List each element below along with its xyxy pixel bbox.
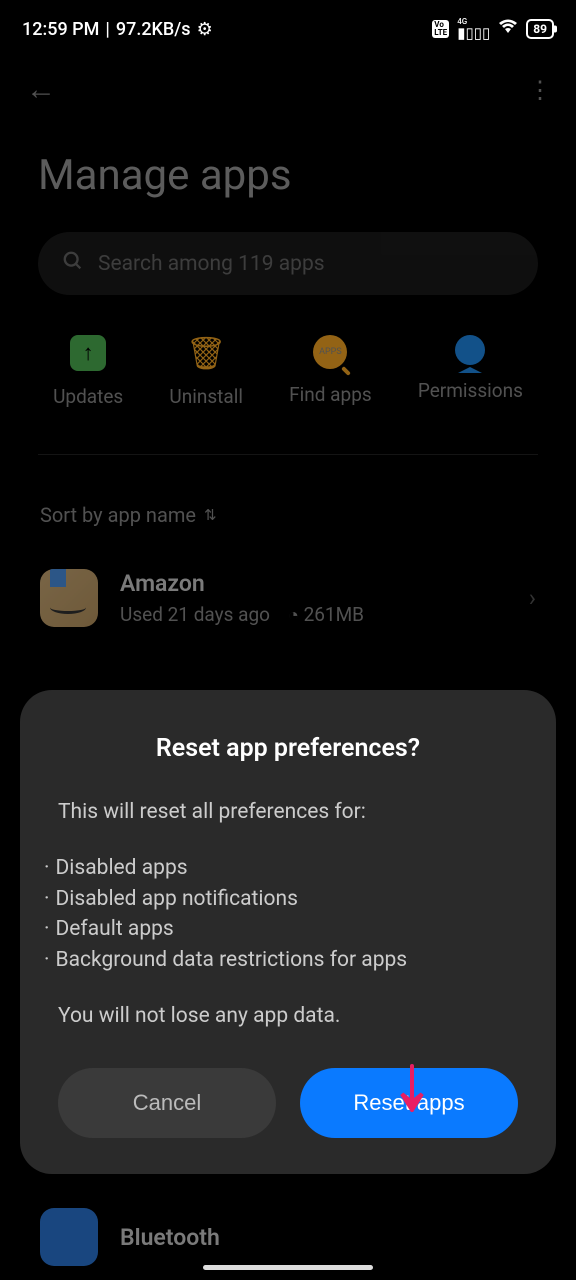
status-time: 12:59 PM — [22, 19, 99, 40]
sort-selector[interactable]: Sort by app name ⇅ — [0, 455, 576, 555]
app-size: 261MB — [304, 603, 364, 626]
trash-icon: 🗑 — [188, 335, 224, 371]
search-input[interactable]: Search among 119 apps — [38, 232, 538, 295]
status-bar: 12:59 PM | 97.2KB/s ⚙ VoLTE 4G▮▯▯▯ 89 — [0, 0, 576, 48]
reset-dialog: Reset app preferences? This will reset a… — [20, 690, 556, 1174]
magnifier-icon: APPS — [313, 335, 347, 369]
nav-home-indicator[interactable] — [203, 1265, 373, 1270]
page-title: Manage apps — [0, 123, 576, 232]
quick-actions: ↑ Updates 🗑 Uninstall APPS Find apps Per… — [0, 295, 576, 454]
app-name: Amazon — [120, 570, 507, 597]
dialog-item: Disabled app notifications — [58, 884, 518, 914]
dialog-item: Default apps — [58, 914, 518, 944]
sort-arrows-icon: ⇅ — [204, 506, 217, 524]
wifi-icon — [498, 19, 518, 40]
more-icon[interactable]: ⋮ — [528, 76, 550, 104]
dialog-body: This will reset all preferences for: Dis… — [58, 797, 518, 1032]
header: ← ⋮ — [0, 48, 576, 123]
status-speed: 97.2KB/s — [116, 19, 191, 40]
amazon-app-icon — [40, 569, 98, 627]
permissions-button[interactable]: Permissions — [418, 335, 523, 408]
app-name: Bluetooth — [120, 1224, 536, 1251]
uninstall-button[interactable]: 🗑 Uninstall — [169, 335, 243, 408]
storage-icon: ◔ — [288, 605, 299, 626]
dialog-item: Disabled apps — [58, 853, 518, 883]
bluetooth-app-icon — [40, 1208, 98, 1266]
gear-icon: ⚙ — [197, 19, 213, 40]
cancel-button[interactable]: Cancel — [58, 1068, 276, 1138]
dialog-title: Reset app preferences? — [58, 734, 518, 763]
volte-icon: VoLTE — [432, 20, 449, 38]
updates-icon: ↑ — [70, 335, 106, 371]
app-usage: Used 21 days ago — [120, 603, 270, 626]
chevron-right-icon: › — [529, 584, 536, 612]
dialog-item: Background data restrictions for apps — [58, 945, 518, 975]
battery-icon: 89 — [526, 19, 554, 39]
find-apps-button[interactable]: APPS Find apps — [289, 335, 372, 408]
annotation-arrow-icon — [398, 1064, 426, 1123]
search-icon — [62, 250, 84, 277]
permissions-icon — [455, 335, 485, 365]
back-arrow-icon[interactable]: ← — [26, 72, 56, 107]
signal-icon: 4G▮▯▯▯ — [457, 18, 490, 41]
search-placeholder: Search among 119 apps — [98, 252, 325, 276]
updates-button[interactable]: ↑ Updates — [53, 335, 123, 408]
app-row-amazon[interactable]: Amazon Used 21 days ago ◔ 261MB › — [0, 555, 576, 641]
